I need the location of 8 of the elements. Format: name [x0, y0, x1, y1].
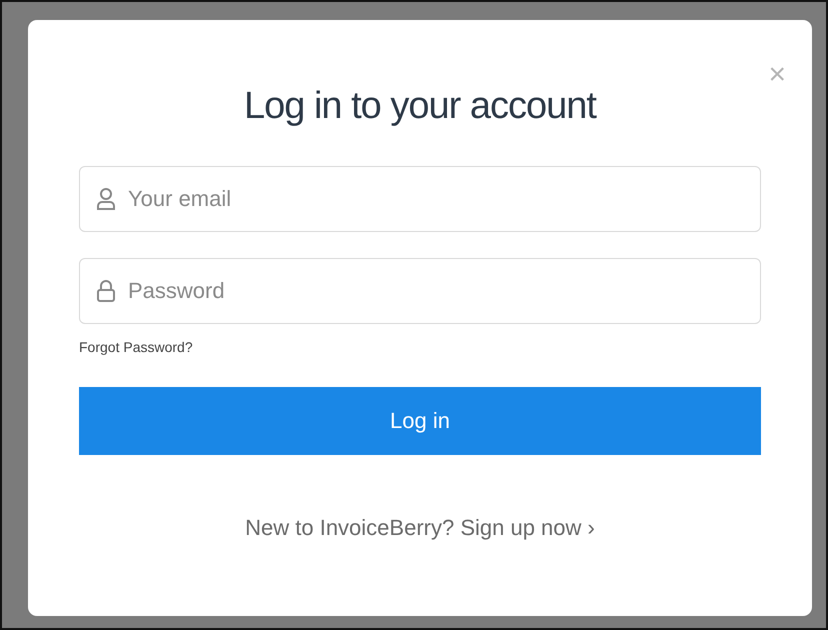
lock-icon — [96, 278, 116, 303]
forgot-password-link[interactable]: Forgot Password? — [79, 338, 193, 355]
email-field[interactable]: Your email — [79, 166, 761, 232]
login-button[interactable]: Log in — [79, 386, 761, 455]
user-icon — [96, 186, 116, 211]
signup-link[interactable]: New to InvoiceBerry? Sign up now › — [245, 514, 595, 541]
password-field[interactable]: Password — [79, 258, 761, 324]
dialog-title: Log in to your account — [243, 86, 598, 128]
